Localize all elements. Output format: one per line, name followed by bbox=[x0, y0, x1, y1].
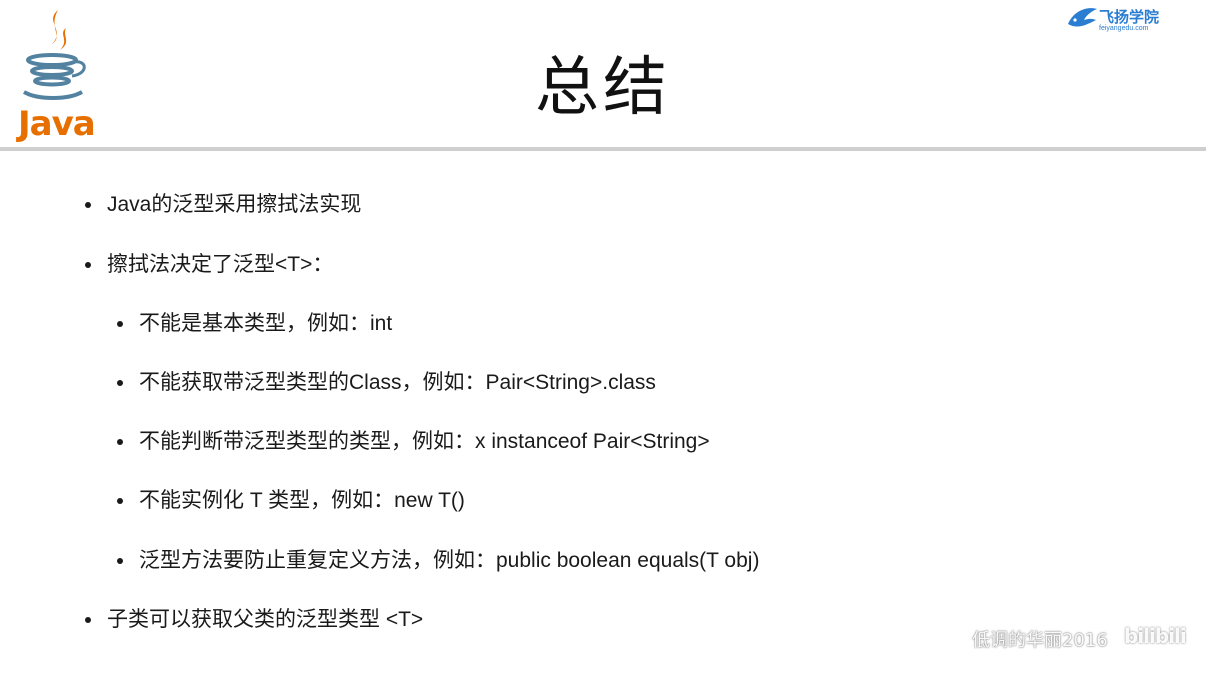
list-item-text: Java的泛型采用擦拭法实现 bbox=[107, 193, 362, 216]
header-divider bbox=[0, 147, 1206, 151]
brand-name: 飞扬学院 bbox=[1099, 8, 1160, 26]
bullet-dot-icon bbox=[117, 498, 123, 504]
brand-logo: 飞扬学院 feiyangedu.com bbox=[1066, 4, 1166, 34]
list-item-text: 擦拭法决定了泛型<T>： bbox=[107, 253, 334, 276]
brand-url: feiyangedu.com bbox=[1099, 25, 1149, 32]
bilibili-logo: bilibili bbox=[1124, 624, 1187, 648]
list-item-text: 子类可以获取父类的泛型类型 <T> bbox=[107, 608, 424, 631]
uploader-watermark: 低调的华丽2016 bbox=[972, 630, 1108, 651]
list-item-text: 不能获取带泛型类型的Class，例如：Pair<String>.class bbox=[139, 371, 656, 394]
slide-title: 总结 bbox=[535, 51, 671, 125]
list-item-text: 泛型方法要防止重复定义方法，例如：public boolean equals(T… bbox=[139, 549, 760, 572]
bullet-dot-icon bbox=[117, 321, 123, 327]
bullet-dot-icon bbox=[117, 439, 123, 445]
bullet-dot-icon bbox=[117, 558, 123, 564]
slide: Java 总结 飞扬学院 feiyangedu.com Java的泛型采用擦拭法… bbox=[0, 0, 1206, 677]
bullet-dot-icon bbox=[85, 202, 91, 208]
bird-icon bbox=[1068, 8, 1097, 27]
list-item-text: 不能判断带泛型类型的类型，例如：x instanceof Pair<String… bbox=[139, 430, 710, 453]
list-item-text: 不能是基本类型，例如：int bbox=[139, 312, 393, 335]
bullet-dot-icon bbox=[117, 380, 123, 386]
list-item-text: 不能实例化 T 类型，例如：new T() bbox=[139, 489, 465, 512]
bullet-dot-icon bbox=[85, 617, 91, 623]
bullet-dot-icon bbox=[85, 262, 91, 268]
